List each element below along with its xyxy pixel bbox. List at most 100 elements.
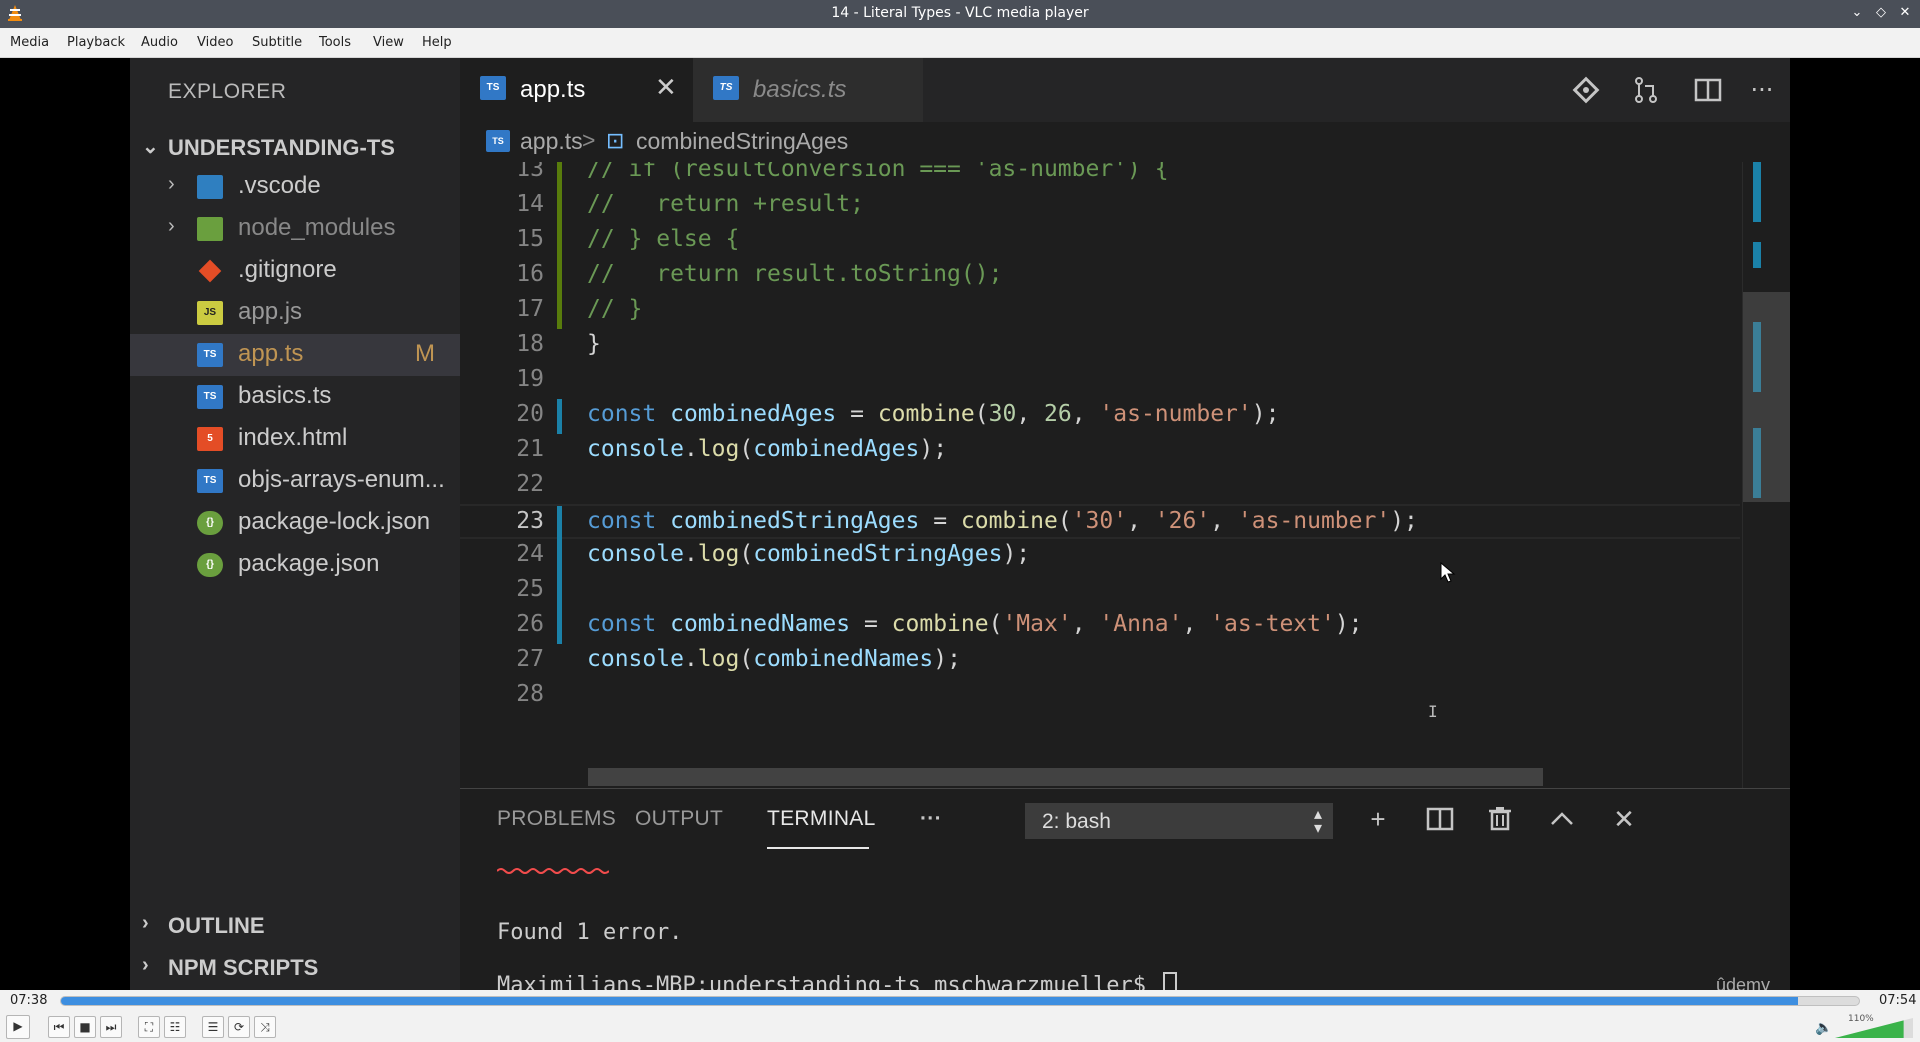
tree-item-package-json: {} package.json [130, 544, 460, 586]
menu-media[interactable]: Media [10, 35, 49, 50]
code-token: 'as-text' [1210, 611, 1335, 637]
code-line: 17 // } [460, 294, 1740, 329]
modified-badge: M [415, 340, 435, 367]
volume-slider[interactable] [1835, 1018, 1913, 1038]
code-token: = [836, 401, 878, 427]
code-line: 15 // } else { [460, 224, 1740, 259]
ts-icon: TS [713, 76, 739, 100]
json-icon: {} [197, 511, 223, 535]
tab-terminal: TERMINAL [767, 807, 876, 830]
menu-subtitle[interactable]: Subtitle [252, 35, 302, 50]
ts-icon: TS [197, 385, 223, 409]
speaker-icon[interactable]: 🔈 [1815, 1020, 1832, 1036]
loop-button[interactable]: ⟳ [228, 1016, 250, 1038]
code-line: 23 const combinedStringAges = combine('30… [460, 504, 1740, 541]
code-token: console [587, 646, 684, 672]
breadcrumb: TS app.ts > ⊡ combinedStringAges [460, 122, 1790, 162]
file-name: basics.ts [238, 382, 332, 409]
code-token: const [587, 401, 671, 427]
window-title-bar: 14 - Literal Types - VLC media player ⌄ … [0, 0, 1920, 28]
code-token: combine [960, 508, 1058, 534]
stop-button[interactable]: ■ [74, 1016, 96, 1038]
file-name: objs-arrays-enum... [238, 466, 445, 493]
code-line: 20 const combinedAges = combine(30, 26, '… [460, 399, 1740, 434]
project-name: UNDERSTANDING-TS [168, 135, 395, 160]
code-token: = [919, 508, 961, 534]
editor-tabs: TS app.ts ✕ TS basics.ts ··· [460, 58, 1790, 122]
terminal-output: Found 1 error. Maximilians-MBP:understan… [460, 849, 1790, 990]
code-line: 25 [460, 574, 1740, 609]
video-area[interactable]: EXPLORER ⌄ UNDERSTANDING-TS › .vscode › … [0, 58, 1920, 990]
code-token: ); [1334, 611, 1363, 637]
terminal-cursor [1163, 972, 1178, 990]
gutter-change-marker [557, 189, 562, 224]
outline-section: › OUTLINE [130, 904, 460, 946]
code-token: // } [587, 296, 643, 322]
symbol-variable-icon: ⊡ [606, 128, 625, 153]
playlist-button[interactable]: ☰ [202, 1016, 224, 1038]
menu-playback[interactable]: Playback [67, 35, 125, 50]
play-button[interactable]: ▶ [6, 1015, 30, 1039]
gutter-change-marker [557, 294, 562, 329]
file-name: app.js [238, 298, 303, 325]
code-text: const combinedNames = combine('Max', 'An… [587, 611, 1363, 637]
project-header: ⌄ UNDERSTANDING-TS [130, 126, 460, 168]
gutter-change-marker [557, 224, 562, 259]
menu-view[interactable]: View [373, 35, 404, 50]
menu-audio[interactable]: Audio [141, 35, 178, 50]
line-number: 23 [516, 508, 544, 534]
code-token: combine [891, 611, 989, 637]
code-token: log [697, 646, 740, 672]
code-token: combinedNames [670, 611, 851, 637]
ts-icon: TS [197, 469, 223, 493]
code-token: ); [919, 436, 948, 462]
seek-slider[interactable] [60, 996, 1860, 1006]
player-controls: 07:38 07:54 ▶ ⏮ ■ ⏭ ⛶ ☷ ☰ ⟳ ⤨ 🔈 110% [0, 990, 1920, 1042]
file-name: package-lock.json [238, 508, 431, 535]
tree-item-app-ts: TS app.ts M [130, 334, 460, 376]
menu-video[interactable]: Video [197, 35, 233, 50]
explorer-title: EXPLORER [168, 80, 287, 103]
node-folder-icon [197, 217, 223, 241]
terminal-line: Found 1 error. [497, 920, 683, 945]
new-terminal-icon: + [1370, 804, 1386, 834]
code-token: combinedAges [753, 436, 920, 462]
code-token: log [697, 541, 740, 567]
vscode-frame: EXPLORER ⌄ UNDERSTANDING-TS › .vscode › … [130, 58, 1790, 990]
menu-help[interactable]: Help [422, 35, 452, 50]
tab-label: app.ts [520, 76, 586, 103]
vertical-scrollbar-thumb [1743, 292, 1790, 502]
code-text: const combinedAges = combine(30, 26, 'as… [587, 401, 1279, 427]
minimize-button[interactable]: ⌄ [1848, 4, 1866, 22]
code-token: ); [1251, 401, 1280, 427]
next-button[interactable]: ⏭ [100, 1016, 122, 1038]
extended-settings-button[interactable]: ☷ [164, 1016, 186, 1038]
line-number: 22 [516, 471, 544, 497]
code-token: , [1210, 508, 1238, 534]
restore-button[interactable]: ◇ [1872, 4, 1890, 22]
fullscreen-button[interactable]: ⛶ [138, 1016, 160, 1038]
chevron-down-icon: ⌄ [142, 136, 159, 158]
menu-tools[interactable]: Tools [319, 35, 351, 50]
code-line: 13 // if (resultConversion === 'as-number… [460, 162, 1740, 189]
shuffle-button[interactable]: ⤨ [254, 1016, 276, 1038]
bottom-panel: PROBLEMS OUTPUT TERMINAL ··· 2: bash ▴ ▾ … [460, 788, 1790, 990]
previous-button[interactable]: ⏮ [48, 1016, 70, 1038]
code-token: combine [877, 401, 975, 427]
file-name: package.json [238, 550, 380, 577]
tab-problems: PROBLEMS [497, 807, 617, 830]
close-window-button[interactable]: ✕ [1896, 4, 1914, 22]
line-number: 19 [516, 366, 544, 392]
ts-icon: TS [197, 343, 223, 367]
code-text: // if (resultConversion === 'as-number')… [587, 162, 1169, 182]
horizontal-scrollbar-thumb [588, 768, 1543, 786]
gutter-change-marker [557, 539, 562, 574]
breadcrumb-separator: > [582, 127, 596, 153]
code-text: const combinedStringAges = combine('30',… [587, 508, 1418, 534]
code-token: = [850, 611, 892, 637]
change-marker [1753, 242, 1761, 268]
seek-progress [61, 997, 1799, 1005]
code-line: 28 [460, 679, 1740, 714]
trash-icon [1489, 807, 1511, 831]
code-token: console [587, 436, 684, 462]
